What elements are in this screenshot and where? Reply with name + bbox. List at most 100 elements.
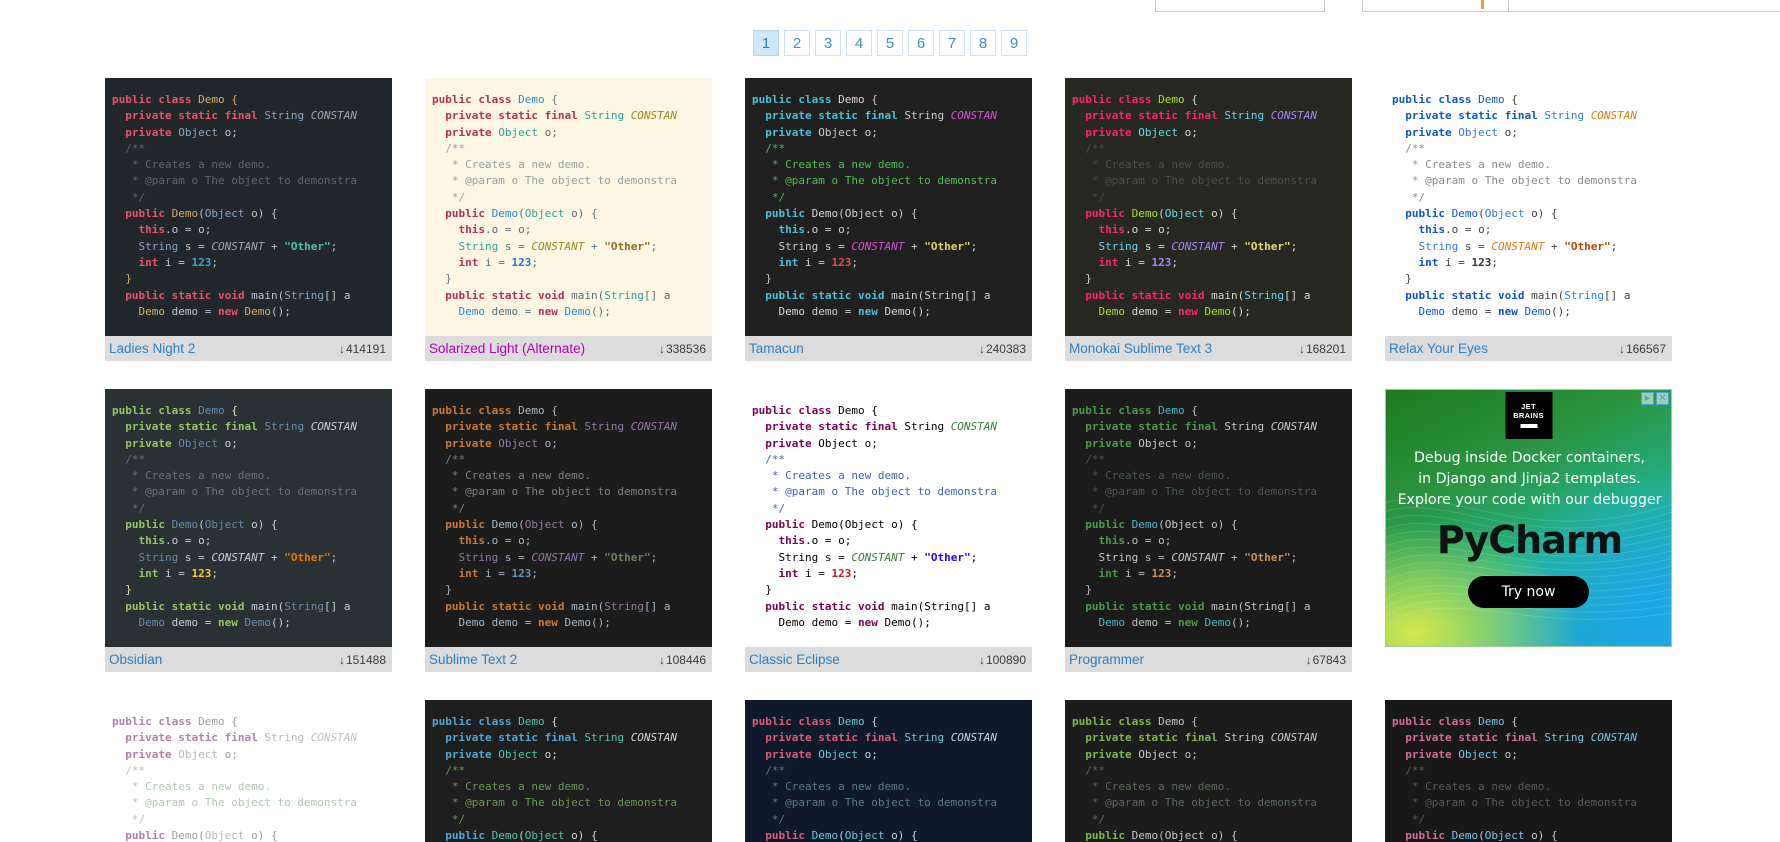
code-line: * @param o The object to demonstra (432, 173, 712, 189)
page-button-4[interactable]: 4 (846, 30, 872, 56)
theme-name-link[interactable]: Relax Your Eyes (1389, 341, 1619, 356)
code-line: this.o = o; (432, 222, 712, 238)
theme-name-link[interactable]: Sublime Text 2 (429, 652, 659, 667)
code-token: private (1392, 747, 1459, 761)
code-token: CONSTANT (1171, 239, 1225, 253)
theme-card[interactable]: public class Demo { private static final… (1385, 700, 1672, 842)
ad-controls[interactable]: ▸ ✕ (1641, 392, 1669, 405)
theme-name-link[interactable]: Programmer (1069, 652, 1306, 667)
code-token: Demo (138, 615, 166, 629)
theme-card[interactable]: public class Demo { private static final… (745, 78, 1032, 361)
code-token: o; (537, 125, 558, 139)
theme-card[interactable]: public class Demo { private static final… (105, 389, 392, 672)
theme-name-link[interactable]: Monokai Sublime Text 3 (1069, 341, 1299, 356)
code-token: * Creates a new demo. (1392, 780, 1551, 794)
code-token: public static void (432, 599, 572, 613)
theme-card[interactable]: public class Demo { private static final… (425, 700, 712, 842)
theme-code-preview[interactable]: public class Demo { private static final… (1065, 700, 1352, 842)
theme-card[interactable]: public class Demo { private static final… (1385, 78, 1672, 361)
code-token: demo = (805, 304, 858, 318)
code-line: } (432, 271, 712, 287)
page-button-3[interactable]: 3 (815, 30, 841, 56)
theme-card[interactable]: public class Demo { private static final… (1065, 78, 1352, 361)
code-token: Demo (244, 615, 271, 629)
theme-name-link[interactable]: Obsidian (109, 652, 339, 667)
theme-name-link[interactable]: Classic Eclipse (749, 652, 979, 667)
theme-card[interactable]: public class Demo { private static final… (1065, 389, 1352, 672)
theme-code-preview[interactable]: public class Demo { private static final… (425, 700, 712, 842)
code-token: Demo (1131, 829, 1159, 842)
theme-code-preview[interactable]: public class Demo { private static final… (745, 389, 1032, 647)
code-line: public Demo(Object o) { (112, 828, 392, 842)
theme-code-preview[interactable]: public class Demo { private static final… (1065, 389, 1352, 647)
theme-code-preview[interactable]: public class Demo { private static final… (105, 389, 392, 647)
try-now-button[interactable]: Try now (1467, 576, 1590, 608)
code-token: public (112, 207, 172, 221)
code-token: Demo (838, 715, 865, 728)
code-line: public class Demo { (112, 403, 392, 419)
download-count-value: 108446 (665, 652, 706, 667)
code-token: public static void (112, 288, 252, 302)
code-line: private static final String CONSTAN (112, 730, 392, 746)
theme-name-link[interactable]: Ladies Night 2 (109, 341, 339, 356)
code-token: Demo (1478, 93, 1505, 106)
theme-card[interactable]: public class Demo { private static final… (1065, 700, 1352, 842)
theme-card[interactable]: public class Demo { private static final… (105, 78, 392, 361)
theme-code-preview[interactable]: public class Demo { private static final… (425, 78, 712, 336)
code-token: o; (1497, 747, 1518, 761)
code-token: o; (537, 436, 558, 450)
adchoices-icon[interactable]: ▸ (1641, 392, 1654, 405)
theme-name-link[interactable]: Solarized Light (Alternate) (429, 341, 659, 356)
page-button-7[interactable]: 7 (939, 30, 965, 56)
theme-code-preview[interactable]: public class Demo { private static final… (745, 78, 1032, 336)
code-line: private static final String CONSTAN (1072, 730, 1352, 746)
theme-code-preview[interactable]: public class Demo { private static final… (745, 700, 1032, 842)
code-line: } (112, 271, 392, 287)
theme-code-preview[interactable]: public class Demo { private static final… (1065, 78, 1352, 336)
code-token: new (1177, 304, 1205, 318)
code-token: public (1072, 829, 1132, 842)
theme-name-link[interactable]: Tamacun (749, 341, 979, 356)
code-token: String (112, 239, 179, 253)
code-token: public (1392, 207, 1452, 221)
theme-card[interactable]: public class Demo { private static final… (745, 700, 1032, 842)
theme-card[interactable]: public class Demo { private static final… (425, 78, 712, 361)
code-token: * @param o The object to demonstra (432, 174, 678, 188)
page-button-8[interactable]: 8 (970, 30, 996, 56)
pycharm-ad[interactable]: JET BRAINS ▸ ✕ Debug inside Docker container… (1385, 389, 1672, 647)
code-line: Demo demo = new Demo(); (112, 304, 392, 320)
theme-code-preview[interactable]: public class Demo { private static final… (1385, 78, 1672, 336)
theme-code-preview[interactable]: public class Demo { private static final… (1385, 700, 1672, 842)
page-button-9[interactable]: 9 (1001, 30, 1027, 56)
close-icon[interactable]: ✕ (1656, 392, 1669, 405)
theme-card[interactable]: public class Demo { private static final… (425, 389, 712, 672)
code-line: public static void main(String[] a (1392, 288, 1672, 304)
code-token: Object (1138, 125, 1178, 139)
code-token: */ (112, 501, 146, 515)
code-line: * Creates a new demo. (752, 779, 1032, 795)
pagination[interactable]: 123456789 (0, 30, 1780, 56)
code-line: Demo demo = new Demo(); (1392, 304, 1672, 320)
code-line: public Demo(Object o) { (112, 517, 392, 533)
code-token: Object (1138, 436, 1178, 450)
ad-card[interactable]: JET BRAINS ▸ ✕ Debug inside Docker container… (1385, 389, 1672, 672)
theme-code-preview[interactable]: public class Demo { private static final… (105, 700, 392, 842)
page-button-1[interactable]: 1 (753, 30, 779, 56)
code-token: public (432, 518, 492, 532)
code-token: */ (1072, 812, 1106, 826)
code-token: private static final (1072, 731, 1225, 745)
code-token: Object (844, 829, 885, 842)
page-button-5[interactable]: 5 (877, 30, 903, 56)
theme-code-preview[interactable]: public class Demo { private static final… (105, 78, 392, 336)
code-token: o; (1497, 125, 1518, 139)
page-button-2[interactable]: 2 (784, 30, 810, 56)
code-line: this.o = o; (1072, 222, 1352, 238)
theme-code-preview[interactable]: public class Demo { private static final… (425, 389, 712, 647)
theme-card[interactable]: public class Demo { private static final… (745, 389, 1032, 672)
download-count-value: 168201 (1305, 341, 1346, 356)
code-line: private Object o; (1072, 747, 1352, 763)
page-button-6[interactable]: 6 (908, 30, 934, 56)
theme-card[interactable]: public class Demo { private static final… (105, 700, 392, 842)
code-token: private static final (432, 420, 585, 434)
code-token: o) { (564, 829, 598, 842)
